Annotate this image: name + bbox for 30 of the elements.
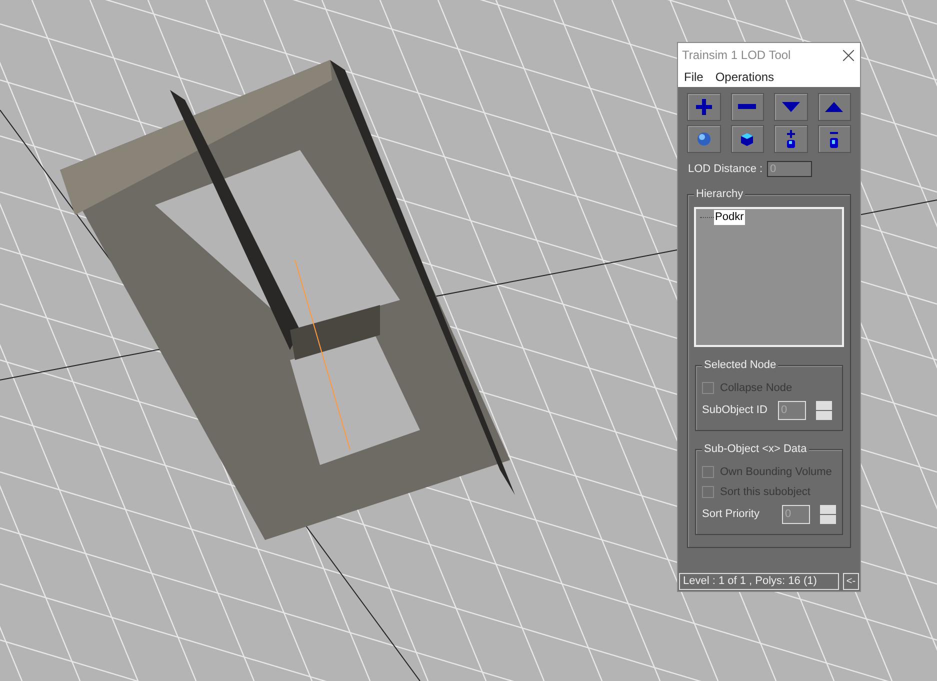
toolbar-button[interactable] xyxy=(730,125,764,153)
tree-item[interactable]: Podkr xyxy=(714,210,745,225)
window-title: Trainsim 1 LOD Tool xyxy=(682,47,791,64)
menu-item[interactable]: Operations xyxy=(715,68,774,86)
toolbar-button[interactable] xyxy=(774,125,808,153)
toolbar-button[interactable] xyxy=(818,93,851,121)
status-bar: Level : 1 of 1 , Polys: 16 (1) xyxy=(679,573,839,590)
node-minus-icon xyxy=(829,130,840,148)
sphere-icon xyxy=(696,132,711,146)
field-label: LOD Distance : xyxy=(688,162,764,177)
collapse-button[interactable]: <- xyxy=(843,573,859,590)
spinner-control[interactable] xyxy=(820,504,836,524)
minus-icon xyxy=(738,104,756,110)
spinner-control[interactable] xyxy=(816,400,832,420)
field-label: Sort Priority xyxy=(702,506,760,522)
menu-item[interactable]: File xyxy=(684,68,704,86)
close-icon[interactable] xyxy=(843,50,854,60)
toolbar-button[interactable] xyxy=(774,93,808,121)
cube-icon xyxy=(740,132,754,146)
toolbar-button[interactable] xyxy=(818,125,851,153)
toolbar-button[interactable] xyxy=(687,93,720,121)
group-title: Hierarchy xyxy=(694,187,746,201)
group-title: Sub-Object <x> Data xyxy=(702,442,809,456)
node-plus-icon xyxy=(786,130,796,148)
toolbar-button[interactable] xyxy=(687,125,720,153)
field-label: SubObject ID xyxy=(702,402,768,418)
plus-icon xyxy=(694,98,713,116)
down-triangle-icon xyxy=(782,102,800,112)
toolbar-button[interactable] xyxy=(730,93,764,121)
up-triangle-icon xyxy=(825,102,844,112)
